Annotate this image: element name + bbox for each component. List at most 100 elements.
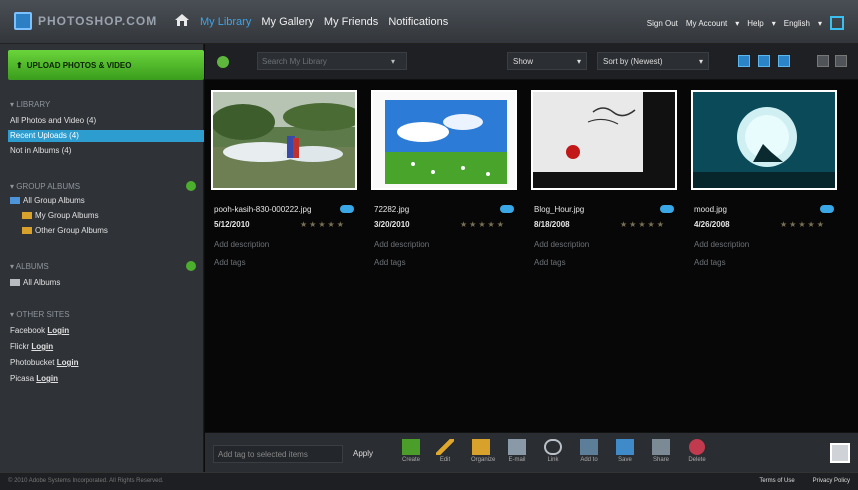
- photo-thumbnail[interactable]: [531, 90, 677, 190]
- link-label: Link: [547, 457, 559, 463]
- help-menu[interactable]: Help: [747, 19, 763, 28]
- all-albums-label: All Albums: [23, 278, 61, 287]
- link-button[interactable]: Link: [543, 439, 563, 463]
- sidebar-item-not-in-albums[interactable]: Not in Albums (4): [10, 146, 71, 155]
- add-tags-link[interactable]: Add tags: [534, 258, 566, 267]
- medium-thumbnail-view-icon[interactable]: [758, 55, 770, 67]
- photobucket-login-link[interactable]: Login: [57, 358, 79, 367]
- top-bar: PHOTOSHOP.COM My Library My Gallery My F…: [0, 0, 858, 44]
- add-tags-link[interactable]: Add tags: [374, 258, 406, 267]
- detail-view-icon[interactable]: [835, 55, 847, 67]
- sidebar-item-all-photos[interactable]: All Photos and Video (4): [10, 116, 96, 125]
- add-description-link[interactable]: Add description: [534, 240, 589, 249]
- album-icon: [10, 279, 20, 287]
- library-header-label: LIBRARY: [16, 100, 51, 109]
- sign-out-link[interactable]: Sign Out: [647, 19, 678, 28]
- folder-icon: [22, 227, 32, 235]
- utility-links: Sign Out My Account ▾ Help ▾ English ▾: [647, 16, 844, 30]
- folder-icon: [22, 212, 32, 220]
- sidebar-item-recent-uploads[interactable]: Recent Uploads (4): [8, 130, 204, 142]
- language-menu[interactable]: English: [784, 19, 810, 28]
- nav-my-friends[interactable]: My Friends: [324, 16, 378, 28]
- delete-button[interactable]: Delete: [687, 439, 707, 463]
- apply-button[interactable]: Apply: [353, 449, 373, 458]
- picasa-login-link[interactable]: Login: [36, 374, 58, 383]
- nav-my-gallery[interactable]: My Gallery: [261, 16, 314, 28]
- rating-stars[interactable]: ★★★★★: [460, 220, 506, 229]
- folder-icon: [472, 439, 490, 455]
- refresh-icon[interactable]: [217, 56, 229, 68]
- group-albums-header[interactable]: ▾ GROUP ALBUMS: [10, 182, 80, 191]
- show-dropdown[interactable]: Show ▾: [507, 52, 587, 70]
- delete-label: Delete: [688, 457, 706, 463]
- garden-photo: [213, 92, 355, 188]
- privacy-link[interactable]: Privacy Policy: [813, 478, 850, 484]
- share-button[interactable]: Share: [651, 439, 671, 463]
- add-description-link[interactable]: Add description: [374, 240, 429, 249]
- add-to-button[interactable]: Add to: [579, 439, 599, 463]
- photo-thumbnail[interactable]: [211, 90, 357, 190]
- rating-stars[interactable]: ★★★★★: [620, 220, 666, 229]
- expand-panel-icon[interactable]: [830, 443, 850, 463]
- sidebar-item-all-group-albums[interactable]: All Group Albums: [10, 196, 85, 205]
- sort-dropdown[interactable]: Sort by (Newest) ▾: [597, 52, 709, 70]
- sidebar-item-my-group-albums[interactable]: My Group Albums: [22, 211, 99, 220]
- photo-date: 3/20/2010: [374, 220, 410, 229]
- chevron-down-icon: ▾: [735, 18, 740, 28]
- add-group-album-icon[interactable]: [186, 181, 196, 191]
- upload-button[interactable]: ⬆ UPLOAD PHOTOS & VIDEO: [8, 50, 204, 80]
- fullscreen-icon[interactable]: [830, 16, 844, 30]
- albums-header[interactable]: ▾ ALBUMS: [10, 262, 49, 271]
- flickr-login-link[interactable]: Login: [31, 342, 53, 351]
- add-tags-link[interactable]: Add tags: [694, 258, 726, 267]
- facebook-login-link[interactable]: Login: [47, 326, 69, 335]
- picasa-label: Picasa: [10, 374, 35, 383]
- home-icon[interactable]: [174, 12, 190, 28]
- sidebar-item-all-albums[interactable]: All Albums: [10, 278, 60, 287]
- large-thumbnail-view-icon[interactable]: [778, 55, 790, 67]
- photo-card[interactable]: [371, 90, 521, 190]
- logo-icon: [14, 12, 32, 30]
- create-button[interactable]: Create: [401, 439, 421, 463]
- main-nav: My Library My Gallery My Friends Notific…: [200, 16, 448, 28]
- grid-view-icon[interactable]: [817, 55, 829, 67]
- site-logo[interactable]: PHOTOSHOP.COM: [14, 12, 157, 30]
- add-description-link[interactable]: Add description: [214, 240, 269, 249]
- rating-stars[interactable]: ★★★★★: [780, 220, 826, 229]
- sidebar-item-facebook: Facebook Login: [10, 326, 69, 335]
- chevron-down-icon: ▾: [771, 18, 776, 28]
- photo-filename: 72282.jpg: [374, 205, 410, 214]
- chevron-down-icon[interactable]: ▾: [389, 57, 397, 66]
- my-account-menu[interactable]: My Account: [686, 19, 727, 28]
- share-label: Share: [652, 457, 669, 463]
- nav-notifications[interactable]: Notifications: [388, 16, 448, 28]
- email-button[interactable]: E-mail: [507, 439, 527, 463]
- photo-card[interactable]: [211, 90, 361, 190]
- photo-card[interactable]: [691, 90, 841, 190]
- terms-link[interactable]: Terms of Use: [759, 478, 794, 484]
- cloud-icon: [660, 205, 674, 213]
- other-sites-header[interactable]: ▾ OTHER SITES: [10, 310, 70, 319]
- add-description-link[interactable]: Add description: [694, 240, 749, 249]
- add-album-icon[interactable]: [186, 261, 196, 271]
- other-sites-header-label: OTHER SITES: [16, 310, 70, 319]
- nav-my-library[interactable]: My Library: [200, 16, 251, 28]
- add-tags-link[interactable]: Add tags: [214, 258, 246, 267]
- sidebar: ⬆ UPLOAD PHOTOS & VIDEO ▾ LIBRARY All Ph…: [0, 44, 204, 472]
- edit-button[interactable]: Edit: [435, 439, 455, 463]
- action-bar: Add tag to selected items Apply Create E…: [205, 432, 858, 472]
- photo-thumbnail[interactable]: [691, 90, 837, 190]
- tag-input[interactable]: Add tag to selected items: [213, 445, 343, 463]
- photo-thumbnail[interactable]: [371, 90, 517, 190]
- search-input[interactable]: Search My Library: [257, 52, 407, 70]
- rating-stars[interactable]: ★★★★★: [300, 220, 346, 229]
- cloud-icon: [340, 205, 354, 213]
- save-button[interactable]: Save: [615, 439, 635, 463]
- organize-button[interactable]: Organize: [471, 439, 495, 463]
- email-label: E-mail: [508, 457, 526, 463]
- library-header[interactable]: ▾ LIBRARY: [10, 100, 50, 109]
- small-thumbnail-view-icon[interactable]: [738, 55, 750, 67]
- photo-card[interactable]: [531, 90, 681, 190]
- photobucket-label: Photobucket: [10, 358, 55, 367]
- sidebar-item-other-group-albums[interactable]: Other Group Albums: [22, 226, 108, 235]
